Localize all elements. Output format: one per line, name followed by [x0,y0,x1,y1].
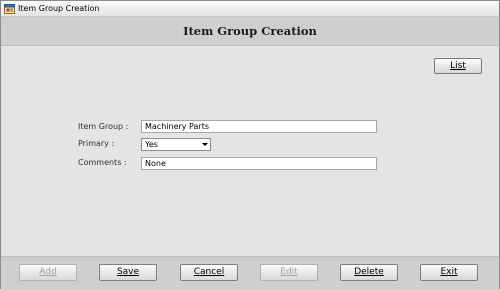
save-button[interactable]: Save [99,264,157,281]
item-group-creation-window: Item Group Creation Item Group Creation … [0,0,500,289]
page-header: Item Group Creation [1,17,499,46]
chevron-down-icon[interactable] [202,143,208,146]
list-button[interactable]: List [434,58,482,74]
cancel-button[interactable]: Cancel [180,264,238,281]
item-group-input[interactable] [141,120,377,133]
window-title: Item Group Creation [18,4,100,13]
title-bar[interactable]: Item Group Creation [1,1,499,17]
app-window-icon [4,4,15,14]
primary-label: Primary : [78,139,115,148]
page-title: Item Group Creation [183,24,317,38]
comments-label: Comments : [78,158,127,167]
exit-button[interactable]: Exit [420,264,478,281]
primary-select[interactable]: Yes [141,138,211,151]
edit-button[interactable]: Edit [260,264,318,281]
primary-select-value: Yes [145,140,158,149]
add-button[interactable]: Add [19,264,77,281]
delete-button[interactable]: Delete [340,264,398,281]
comments-input[interactable] [141,157,377,170]
item-group-label: Item Group : [78,122,129,131]
